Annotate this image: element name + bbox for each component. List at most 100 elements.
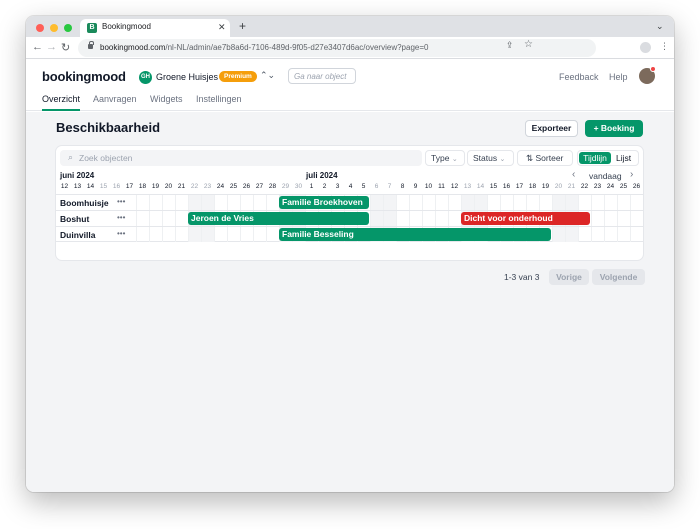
reload-icon[interactable]: ↻ — [61, 41, 70, 54]
tab-widgets[interactable]: Widgets — [150, 94, 183, 109]
day-cell[interactable] — [591, 211, 604, 226]
day-cell[interactable] — [175, 211, 188, 226]
day-cell[interactable] — [526, 195, 539, 210]
day-cell[interactable] — [448, 211, 461, 226]
view-timeline-button[interactable]: Tijdlijn — [579, 152, 611, 164]
search-input[interactable]: ⌕ Zoek objecten — [60, 150, 422, 166]
type-filter-dropdown[interactable]: Type ⌄ — [425, 150, 465, 166]
day-cell[interactable] — [448, 195, 461, 210]
export-button[interactable]: Exporteer — [525, 120, 578, 137]
day-cell[interactable] — [240, 195, 253, 210]
day-cell[interactable] — [513, 195, 526, 210]
day-cell[interactable] — [435, 195, 448, 210]
day-cell[interactable] — [201, 227, 214, 242]
day-cell[interactable] — [162, 227, 175, 242]
day-cell[interactable] — [253, 195, 266, 210]
browser-menu-icon[interactable]: ⋮ — [660, 41, 669, 52]
day-cell[interactable] — [136, 227, 149, 242]
browser-tab[interactable]: B Bookingmood ✕ — [80, 19, 230, 37]
day-cell[interactable] — [266, 195, 279, 210]
day-cell[interactable] — [227, 227, 240, 242]
more-options-icon[interactable]: ••• — [117, 229, 125, 238]
address-bar[interactable]: bookingmood.com/nl-NL/admin/ae7b8a6d-710… — [78, 39, 596, 57]
window-close-button[interactable] — [36, 24, 44, 32]
day-cell[interactable] — [409, 195, 422, 210]
day-cell[interactable] — [422, 195, 435, 210]
day-cell[interactable] — [604, 195, 617, 210]
day-cell[interactable] — [162, 211, 175, 226]
tab-close-icon[interactable]: ✕ — [218, 22, 226, 33]
day-cell[interactable] — [565, 195, 578, 210]
object-name[interactable]: Boomhuisje — [60, 198, 109, 208]
day-cell[interactable] — [188, 227, 201, 242]
day-cell[interactable] — [487, 195, 500, 210]
day-cell[interactable] — [396, 211, 409, 226]
day-cell[interactable] — [409, 211, 422, 226]
status-filter-dropdown[interactable]: Status ⌄ — [467, 150, 514, 166]
tab-instellingen[interactable]: Instellingen — [196, 94, 242, 109]
day-cell[interactable] — [149, 227, 162, 242]
day-cell[interactable] — [461, 195, 474, 210]
day-cell[interactable] — [435, 211, 448, 226]
bookingmood-logo[interactable]: bookingmood — [42, 69, 126, 84]
more-options-icon[interactable]: ••• — [117, 197, 125, 206]
day-cell[interactable] — [175, 227, 188, 242]
next-page-button[interactable]: Volgende — [592, 269, 645, 285]
org-switch-chevron-icon[interactable]: ⌃⌄ — [260, 70, 275, 81]
day-cell[interactable] — [604, 211, 617, 226]
day-cell[interactable] — [136, 195, 149, 210]
day-cell[interactable] — [591, 227, 604, 242]
day-cell[interactable] — [604, 227, 617, 242]
day-cell[interactable] — [617, 195, 630, 210]
day-cell[interactable] — [227, 195, 240, 210]
day-cell[interactable] — [552, 227, 565, 242]
today-button[interactable]: vandaag — [589, 171, 622, 181]
day-cell[interactable] — [383, 195, 396, 210]
day-cell[interactable] — [175, 195, 188, 210]
day-cell[interactable] — [149, 211, 162, 226]
browser-profile-icon[interactable] — [640, 42, 651, 53]
day-cell[interactable] — [396, 195, 409, 210]
booking-bar[interactable]: Familie Broekhoven — [279, 196, 369, 209]
goto-object-input[interactable]: Ga naar object — [288, 68, 356, 84]
booking-bar[interactable]: Familie Besseling — [279, 228, 551, 241]
day-cell[interactable] — [240, 227, 253, 242]
day-cell[interactable] — [136, 211, 149, 226]
day-cell[interactable] — [617, 211, 630, 226]
day-cell[interactable] — [149, 195, 162, 210]
blocked-period-bar[interactable]: Dicht voor onderhoud — [461, 212, 590, 225]
day-cell[interactable] — [370, 195, 383, 210]
forward-arrow-icon[interactable]: → — [46, 41, 57, 53]
day-cell[interactable] — [539, 195, 552, 210]
day-cell[interactable] — [500, 195, 513, 210]
view-list-button[interactable]: Lijst — [616, 152, 631, 164]
chevron-right-icon[interactable]: › — [630, 169, 633, 180]
window-minimize-button[interactable] — [50, 24, 58, 32]
share-icon[interactable]: ⇪ — [506, 40, 514, 51]
day-cell[interactable] — [266, 227, 279, 242]
previous-page-button[interactable]: Vorige — [549, 269, 589, 285]
help-link[interactable]: Help — [609, 72, 628, 82]
org-name[interactable]: Groene Huisjes — [156, 72, 218, 82]
day-cell[interactable] — [630, 211, 643, 226]
day-cell[interactable] — [214, 227, 227, 242]
bookmark-star-icon[interactable]: ☆ — [524, 39, 533, 50]
back-arrow-icon[interactable]: ← — [32, 41, 43, 53]
booking-bar[interactable]: Jeroen de Vries — [188, 212, 369, 225]
more-options-icon[interactable]: ••• — [117, 213, 125, 222]
day-cell[interactable] — [422, 211, 435, 226]
day-cell[interactable] — [617, 227, 630, 242]
day-cell[interactable] — [201, 195, 214, 210]
day-cell[interactable] — [253, 227, 266, 242]
tab-search-chevron-icon[interactable]: ⌄ — [656, 21, 664, 32]
new-tab-icon[interactable]: + — [239, 19, 246, 33]
day-cell[interactable] — [578, 227, 591, 242]
day-cell[interactable] — [591, 195, 604, 210]
day-cell[interactable] — [578, 195, 591, 210]
day-cell[interactable] — [162, 195, 175, 210]
add-booking-button[interactable]: + Boeking — [585, 120, 643, 137]
feedback-link[interactable]: Feedback — [559, 72, 599, 82]
day-cell[interactable] — [630, 195, 643, 210]
day-cell[interactable] — [630, 227, 643, 242]
day-cell[interactable] — [552, 195, 565, 210]
